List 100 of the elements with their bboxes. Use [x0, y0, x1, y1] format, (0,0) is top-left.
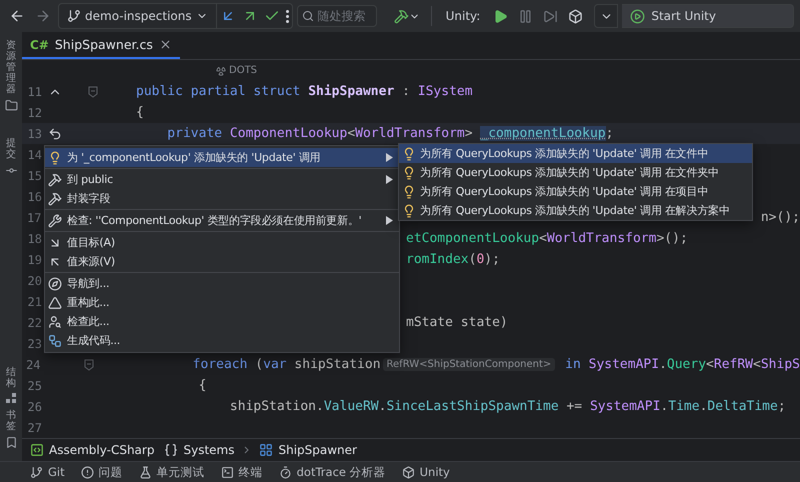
menu-item[interactable]: 到 public	[45, 170, 399, 189]
line-number: 22	[26, 316, 42, 330]
chevron-icon	[244, 446, 250, 454]
code-line: foreach (var shipStation RefRW<ShipStationComponent> in SystemAPI.Query<RefRW<ShipS	[192, 357, 800, 372]
menu-item[interactable]: 为所有 QueryLookups 添加缺失的 'Update' 调用 在文件夹中	[399, 163, 752, 182]
lightbulb-icon	[402, 146, 416, 160]
tool-window-button[interactable]: 资源管理器	[4, 40, 18, 112]
bookmark-icon	[4, 436, 18, 449]
breadcrumb-item[interactable]: Systems	[164, 443, 234, 457]
terminal-icon	[220, 466, 234, 478]
code-line: mState state)	[406, 315, 508, 330]
menu-item[interactable]: 为 '_componentLookup' 添加缺失的 'Update' 调用	[45, 148, 399, 167]
compass-icon	[48, 276, 62, 290]
code-line: {	[136, 105, 144, 120]
lightbulb-icon	[402, 184, 416, 198]
lightbulb-icon	[402, 204, 416, 218]
line-number: 27	[26, 420, 42, 434]
line-number: 16	[26, 190, 42, 204]
cube-icon	[568, 8, 584, 24]
lightbulb-icon	[48, 150, 62, 164]
play-circle-icon	[630, 8, 646, 24]
line-number: 24	[25, 358, 41, 372]
tool-window-button[interactable]: 书签	[4, 410, 18, 449]
wrench-icon	[48, 214, 62, 228]
step-icon	[543, 8, 558, 24]
line-number: 12	[26, 106, 42, 120]
line-number: 23	[26, 336, 42, 350]
line-number: 19	[26, 252, 42, 266]
menu-item[interactable]: 为所有 QueryLookups 添加缺失的 'Update' 调用 在文件中	[399, 144, 752, 163]
menu-item[interactable]: 值目标(A)	[45, 233, 399, 252]
arrow-right-icon	[35, 8, 51, 24]
fold-marker-icon[interactable]	[84, 358, 94, 370]
status-bar-item[interactable]: dotTrace 分析器	[278, 464, 386, 480]
code-line: shipStation.ValueRW.SinceLastShipSpawnTime += SystemAPI.Time.DeltaTime;	[228, 399, 786, 414]
file-tab[interactable]: C# ShipSpawner.cs	[22, 32, 180, 59]
fold-marker-icon[interactable]	[88, 86, 98, 98]
tool-window-button[interactable]: 结构	[6, 367, 16, 404]
csharp-file-icon	[30, 443, 44, 457]
code-line: n>();	[760, 210, 800, 225]
branch-icon	[67, 9, 81, 23]
braces-icon	[164, 443, 178, 457]
breadcrumb-item[interactable]: ShipSpawner	[259, 443, 357, 457]
hammer-icon	[48, 172, 62, 186]
menu-item[interactable]: 封装字段	[45, 189, 399, 208]
line-number: 25	[26, 378, 42, 392]
code-line: etComponentLookup<WorldTransform>();	[406, 231, 688, 246]
menu-item[interactable]: 生成代码...	[45, 331, 399, 350]
pyramid-icon	[48, 296, 62, 310]
status-bar-item[interactable]: Git	[30, 465, 65, 479]
submenu-arrow-icon	[385, 216, 393, 225]
search-icon	[302, 10, 314, 22]
struct-icon	[259, 443, 274, 457]
play-icon	[493, 8, 508, 24]
alert-icon	[80, 466, 94, 478]
code-line: public partial struct ShipSpawner : ISystem	[136, 84, 473, 99]
close-icon[interactable]	[158, 38, 172, 51]
menu-item[interactable]: 检查: ''ComponentLookup' 类型的字段必须在使用前更新。'	[45, 211, 399, 230]
person-icon	[48, 314, 62, 328]
line-number: 11	[26, 84, 42, 98]
structure-icon	[6, 393, 16, 404]
menu-item[interactable]: 值来源(V)	[45, 252, 399, 271]
code-line: romIndex(0);	[406, 252, 500, 267]
more-icon	[286, 10, 289, 22]
search-field[interactable]: 随处搜索	[296, 5, 377, 27]
start-unity-button[interactable]: Start Unity	[622, 4, 794, 28]
lightbulb-icon	[402, 166, 416, 180]
flask-icon	[138, 466, 152, 478]
line-number: 21	[26, 294, 42, 308]
status-bar-item[interactable]: 终端	[220, 464, 263, 480]
menu-item[interactable]: 导航到...	[45, 274, 399, 293]
menu-item[interactable]: 为所有 QueryLookups 添加缺失的 'Update' 调用 在项目中	[399, 182, 752, 201]
menu-item[interactable]: 检查此...	[45, 312, 399, 331]
radiation-icon	[216, 66, 226, 76]
status-bar-item[interactable]: Unity	[402, 465, 450, 479]
line-number: 14	[26, 148, 42, 162]
branch-icon	[30, 466, 43, 478]
code-line: private ComponentLookup<WorldTransform> _componentLookup;	[166, 126, 614, 141]
breadcrumb-item[interactable]: Assembly-CSharp	[30, 443, 154, 457]
menu-item[interactable]: 重构此...	[45, 293, 399, 312]
status-bar-item[interactable]: 问题	[80, 464, 123, 480]
line-number: 13	[26, 126, 42, 140]
hammer-icon	[48, 192, 62, 206]
line-number: 26	[26, 400, 42, 414]
line-number: 20	[26, 274, 42, 288]
unity-label: Unity:	[444, 9, 482, 23]
menu-item[interactable]: 为所有 QueryLookups 添加缺失的 'Update' 调用 在解决方案中	[399, 201, 752, 220]
timer-icon	[278, 466, 292, 478]
folder-icon	[4, 99, 18, 112]
submenu-arrow-icon	[385, 175, 393, 184]
undo-icon[interactable]	[48, 126, 62, 140]
code-line: {	[198, 378, 206, 393]
line-number: 15	[26, 168, 42, 182]
pause-icon	[518, 8, 534, 24]
code-vision-hint[interactable]: DOTS	[108, 65, 258, 76]
generate-icon	[48, 334, 62, 348]
status-bar-item[interactable]: 单元测试	[138, 464, 205, 480]
line-number: 17	[26, 210, 42, 224]
tool-window-button[interactable]: 提交	[4, 138, 18, 177]
line-number: 18	[26, 232, 42, 246]
cube-icon	[402, 466, 415, 478]
